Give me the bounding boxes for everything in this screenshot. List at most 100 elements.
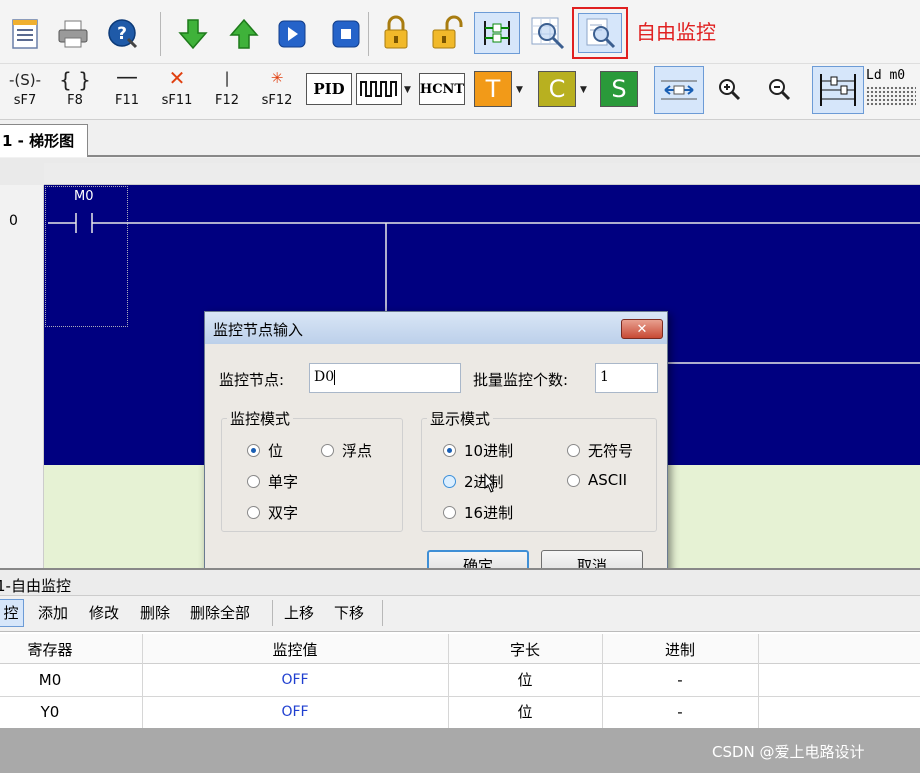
move-up-button[interactable]: 上移: [284, 602, 314, 623]
instruction-list-button[interactable]: Ld m0: [866, 68, 920, 112]
register-cell: M0: [38, 671, 62, 689]
tab-ladder-label: 1 - 梯形图: [2, 132, 75, 150]
display-unsigned-option[interactable]: 无符号: [567, 440, 633, 461]
display-mode-label: 显示模式: [427, 408, 494, 429]
column-value[interactable]: 监控值: [142, 638, 448, 662]
list-icon[interactable]: [8, 17, 42, 51]
function-symbol[interactable]: { }: [52, 70, 98, 90]
base-cell: -: [677, 671, 683, 689]
monitor-grid-icon[interactable]: [526, 12, 570, 54]
close-icon: ✕: [636, 321, 648, 337]
lock-icon[interactable]: [379, 15, 413, 49]
vertical-line-key: F12: [214, 93, 240, 108]
ladder-monitor-icon[interactable]: [474, 12, 520, 54]
toolbar-separator: [160, 12, 161, 56]
hcnt-button[interactable]: HCNT: [419, 73, 465, 105]
delete-button[interactable]: 删除: [140, 602, 170, 623]
upload-icon[interactable]: [227, 17, 261, 51]
toolbar-separator: [382, 600, 383, 626]
node-label: 监控节点:: [219, 371, 285, 389]
monitor-mode-label: 监控模式: [227, 408, 294, 429]
set-coil-key: sF7: [13, 93, 37, 108]
mode-bit-option[interactable]: 位: [247, 440, 283, 461]
radio-button: [247, 444, 260, 457]
printer-icon[interactable]: [56, 17, 90, 51]
timer-button[interactable]: T: [474, 71, 512, 107]
dialog-close-button[interactable]: ✕: [621, 319, 663, 339]
toolbar-separator: [272, 600, 273, 626]
length-cell: 位: [517, 671, 533, 689]
stop-icon[interactable]: [329, 17, 363, 51]
app-window: ? 自由监控 -(S)- sF7 { } F8 — F11 ✕ sF11 | F…: [0, 0, 920, 773]
timer-dropdown-icon[interactable]: ▼: [516, 85, 523, 95]
radio-button: [443, 475, 456, 488]
value-cell: OFF: [281, 672, 309, 688]
zoom-out-icon[interactable]: [764, 72, 794, 106]
delete-line-key: sF11: [161, 93, 193, 108]
monitor-panel-titlebar: [0, 570, 920, 596]
ladder-column-header: [44, 163, 920, 185]
delete-all-button[interactable]: 删除全部: [190, 602, 250, 623]
counter-button[interactable]: C: [538, 71, 576, 107]
dialog-title: 监控节点输入: [213, 321, 304, 339]
monitor-panel-toolbar: [0, 596, 920, 632]
mode-dword-option[interactable]: 双字: [247, 502, 298, 523]
node-input-value: D0: [314, 369, 335, 385]
set-coil-symbol[interactable]: -(S)-: [2, 70, 48, 90]
radio-button: [443, 444, 456, 457]
pid-button[interactable]: PID: [306, 73, 352, 105]
run-icon[interactable]: [275, 17, 309, 51]
delete-line-symbol[interactable]: ✕: [154, 68, 200, 88]
radio-button: [567, 444, 580, 457]
batch-count-value: 1: [600, 369, 609, 385]
tab-ladder[interactable]: 1 - 梯形图: [0, 124, 88, 157]
download-icon[interactable]: [176, 17, 210, 51]
counter-dropdown-icon[interactable]: ▼: [580, 85, 587, 95]
column-length[interactable]: 字长: [448, 638, 602, 662]
column-register[interactable]: 寄存器: [0, 638, 100, 662]
node-input[interactable]: D0: [309, 363, 461, 393]
display-hex-option[interactable]: 16进制: [443, 502, 513, 523]
column-width-button[interactable]: [654, 66, 704, 114]
instruction-list-dots: [866, 86, 916, 106]
step-button[interactable]: S: [600, 71, 638, 107]
pulse-button[interactable]: [356, 73, 402, 105]
column-base[interactable]: 进制: [602, 638, 758, 662]
mode-word-option[interactable]: 单字: [247, 471, 298, 492]
batch-count-input[interactable]: 1: [595, 363, 658, 393]
radio-button: [247, 475, 260, 488]
toolbar-separator: [368, 12, 369, 56]
pulse-dropdown-icon[interactable]: ▼: [404, 85, 411, 95]
ladder-row-gutter: [0, 185, 44, 568]
unlock-icon[interactable]: [430, 15, 464, 49]
radio-button: [443, 506, 456, 519]
monitor-toggle-button[interactable]: 控: [0, 599, 24, 627]
free-monitor-icon[interactable]: [572, 7, 628, 59]
delete-vertical-symbol[interactable]: ✳: [254, 68, 300, 88]
length-cell: 位: [517, 703, 533, 721]
add-button[interactable]: 添加: [38, 602, 68, 623]
zoom-in-icon[interactable]: [714, 72, 744, 106]
tab-bar: [0, 120, 920, 157]
mouse-cursor-icon: [484, 472, 496, 493]
vertical-line-symbol[interactable]: |: [204, 68, 250, 88]
text-cursor: [334, 369, 336, 385]
batch-count-label: 批量监控个数:: [473, 371, 569, 389]
help-icon[interactable]: ?: [106, 17, 140, 51]
horizontal-line-symbol[interactable]: —: [104, 67, 150, 89]
ladder-view-button[interactable]: [812, 66, 864, 114]
base-cell: -: [677, 703, 683, 721]
move-down-button[interactable]: 下移: [334, 602, 364, 623]
free-monitor-annotation: 自由监控: [636, 20, 716, 44]
display-ascii-option[interactable]: ASCII: [567, 471, 627, 489]
radio-button: [321, 444, 334, 457]
register-cell: Y0: [40, 703, 60, 721]
mode-float-option[interactable]: 浮点: [321, 440, 372, 461]
horizontal-line-key: F11: [114, 93, 140, 108]
watermark: CSDN @爱上电路设计: [712, 743, 865, 761]
svg-text:?: ?: [117, 24, 127, 44]
value-cell: OFF: [281, 704, 309, 720]
display-decimal-option[interactable]: 10进制: [443, 440, 513, 461]
modify-button[interactable]: 修改: [89, 602, 119, 623]
monitor-node-dialog: 监控节点输入 ✕ 监控节点: D0 批量监控个数: 1 监控模式 位 浮点 单字…: [204, 311, 668, 597]
